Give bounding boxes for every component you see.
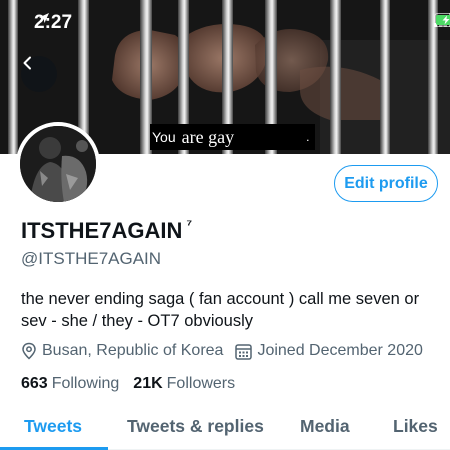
battery-charging-icon bbox=[434, 13, 450, 27]
location-arrow-icon bbox=[39, 13, 49, 23]
location-text: Busan, Republic of Korea bbox=[42, 342, 224, 359]
tab-tweets[interactable]: Tweets bbox=[24, 416, 82, 437]
following-count: 663 bbox=[21, 375, 48, 392]
following-link[interactable]: 663 Following bbox=[21, 375, 119, 393]
edit-profile-button[interactable]: Edit profile bbox=[334, 165, 438, 202]
location-pin-icon bbox=[22, 342, 36, 360]
avatar[interactable] bbox=[16, 122, 100, 206]
profile-tabs: Tweets Tweets & replies Media Likes bbox=[0, 406, 450, 450]
caption-word-2: are gay bbox=[181, 126, 235, 147]
display-name: ITSTHE7AGAIN ⁷ bbox=[21, 216, 192, 244]
following-label: Following bbox=[51, 375, 120, 392]
status-time: 2:27 bbox=[34, 12, 73, 33]
profile-meta: Busan, Republic of Korea Joined December… bbox=[21, 342, 435, 360]
display-name-text: ITSTHE7AGAIN bbox=[21, 218, 183, 243]
caption-redaction bbox=[240, 128, 305, 146]
joined-date: Joined December 2020 bbox=[235, 342, 423, 360]
followers-count: 21K bbox=[133, 375, 163, 392]
banner-caption: You are gay . bbox=[150, 124, 316, 150]
avatar-image bbox=[20, 126, 96, 202]
tab-media[interactable]: Media bbox=[300, 416, 350, 437]
follow-stats: 663 Following 21K Followers bbox=[21, 375, 249, 393]
tab-tweets-replies[interactable]: Tweets & replies bbox=[127, 416, 264, 437]
followers-link[interactable]: 21K Followers bbox=[133, 375, 235, 393]
caption-end: . bbox=[306, 130, 310, 144]
display-name-suffix: ⁷ bbox=[186, 216, 193, 232]
calendar-icon bbox=[235, 343, 253, 360]
profile-handle: @ITSTHE7AGAIN bbox=[21, 249, 162, 268]
profile-bio: the never ending saga ( fan account ) ca… bbox=[21, 290, 420, 330]
back-button[interactable] bbox=[21, 56, 57, 92]
followers-label: Followers bbox=[166, 375, 236, 392]
tab-likes[interactable]: Likes bbox=[393, 416, 438, 437]
caption-word-1: You bbox=[152, 129, 176, 145]
location: Busan, Republic of Korea bbox=[21, 342, 223, 360]
chevron-left-icon bbox=[23, 56, 31, 70]
joined-text: Joined December 2020 bbox=[257, 342, 423, 359]
